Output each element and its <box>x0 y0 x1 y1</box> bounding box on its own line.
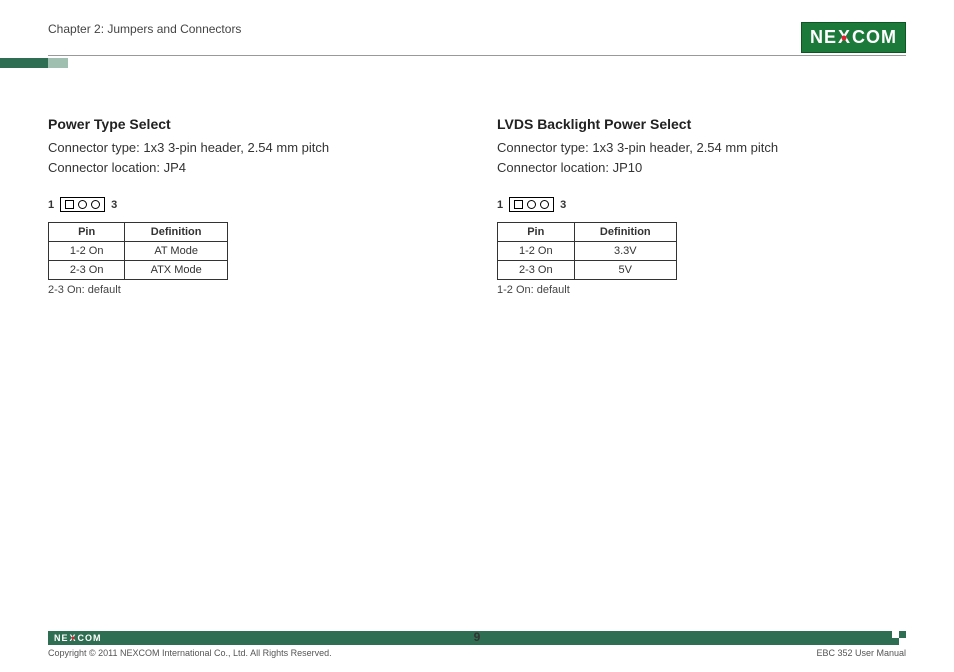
page-number: 9 <box>474 630 481 644</box>
cell-def: AT Mode <box>125 242 228 261</box>
copyright-text: Copyright © 2011 NEXCOM International Co… <box>48 648 332 658</box>
default-note: 1-2 On: default <box>497 284 906 296</box>
default-note: 2-3 On: default <box>48 284 457 296</box>
pin-1-icon <box>514 200 523 209</box>
logo-part-com: COM <box>852 27 897 48</box>
th-pin: Pin <box>49 223 125 242</box>
cell-def: 5V <box>574 261 676 280</box>
connector-location: Connector location: JP10 <box>497 158 906 178</box>
table-row: 2-3 On ATX Mode <box>49 261 228 280</box>
pin-1-icon <box>65 200 74 209</box>
nexcom-logo: NEXCOM <box>801 22 906 53</box>
th-pin: Pin <box>498 223 575 242</box>
page-footer: NEXCOM Copyright © 2011 NEXCOM Internati… <box>0 631 954 658</box>
footer-logo-x: X <box>69 633 78 643</box>
table-row: 2-3 On 5V <box>498 261 677 280</box>
cell-pin: 2-3 On <box>49 261 125 280</box>
table-row: 1-2 On 3.3V <box>498 242 677 261</box>
footer-logo-com: COM <box>78 633 102 643</box>
cell-pin: 1-2 On <box>49 242 125 261</box>
doc-name: EBC 352 User Manual <box>816 648 906 658</box>
cell-pin: 2-3 On <box>498 261 575 280</box>
section-title: Power Type Select <box>48 116 457 132</box>
chapter-title: Chapter 2: Jumpers and Connectors <box>48 22 241 42</box>
section-title: LVDS Backlight Power Select <box>497 116 906 132</box>
th-definition: Definition <box>125 223 228 242</box>
connector-type: Connector type: 1x3 3-pin header, 2.54 m… <box>48 138 457 158</box>
pin-label-left: 1 <box>497 199 503 211</box>
footer-logo: NEXCOM <box>54 633 102 643</box>
th-definition: Definition <box>574 223 676 242</box>
pin-definition-table: Pin Definition 1-2 On 3.3V 2-3 On 5V <box>497 222 677 280</box>
jumper-diagram-row: 1 3 <box>497 197 906 212</box>
pin-2-icon <box>527 200 536 209</box>
section-lvds-backlight-power-select: LVDS Backlight Power Select Connector ty… <box>497 116 906 296</box>
connector-location: Connector location: JP4 <box>48 158 457 178</box>
pin-label-right: 3 <box>560 199 566 211</box>
pin-3-icon <box>540 200 549 209</box>
pin-3-icon <box>91 200 100 209</box>
footer-squares-icon <box>892 631 906 645</box>
table-row: 1-2 On AT Mode <box>49 242 228 261</box>
jumper-diagram-icon <box>509 197 554 212</box>
footer-logo-ne: NE <box>54 633 69 643</box>
pin-2-icon <box>78 200 87 209</box>
tab-marker-light <box>48 58 68 68</box>
cell-def: ATX Mode <box>125 261 228 280</box>
header-divider <box>48 55 906 56</box>
pin-definition-table: Pin Definition 1-2 On AT Mode 2-3 On ATX… <box>48 222 228 280</box>
cell-def: 3.3V <box>574 242 676 261</box>
connector-type: Connector type: 1x3 3-pin header, 2.54 m… <box>497 138 906 158</box>
section-power-type-select: Power Type Select Connector type: 1x3 3-… <box>48 116 457 296</box>
tab-marker-dark <box>0 58 48 68</box>
pin-label-left: 1 <box>48 199 54 211</box>
logo-part-ne: NE <box>810 27 837 48</box>
logo-part-x: X <box>837 27 852 48</box>
pin-label-right: 3 <box>111 199 117 211</box>
jumper-diagram-icon <box>60 197 105 212</box>
jumper-diagram-row: 1 3 <box>48 197 457 212</box>
cell-pin: 1-2 On <box>498 242 575 261</box>
